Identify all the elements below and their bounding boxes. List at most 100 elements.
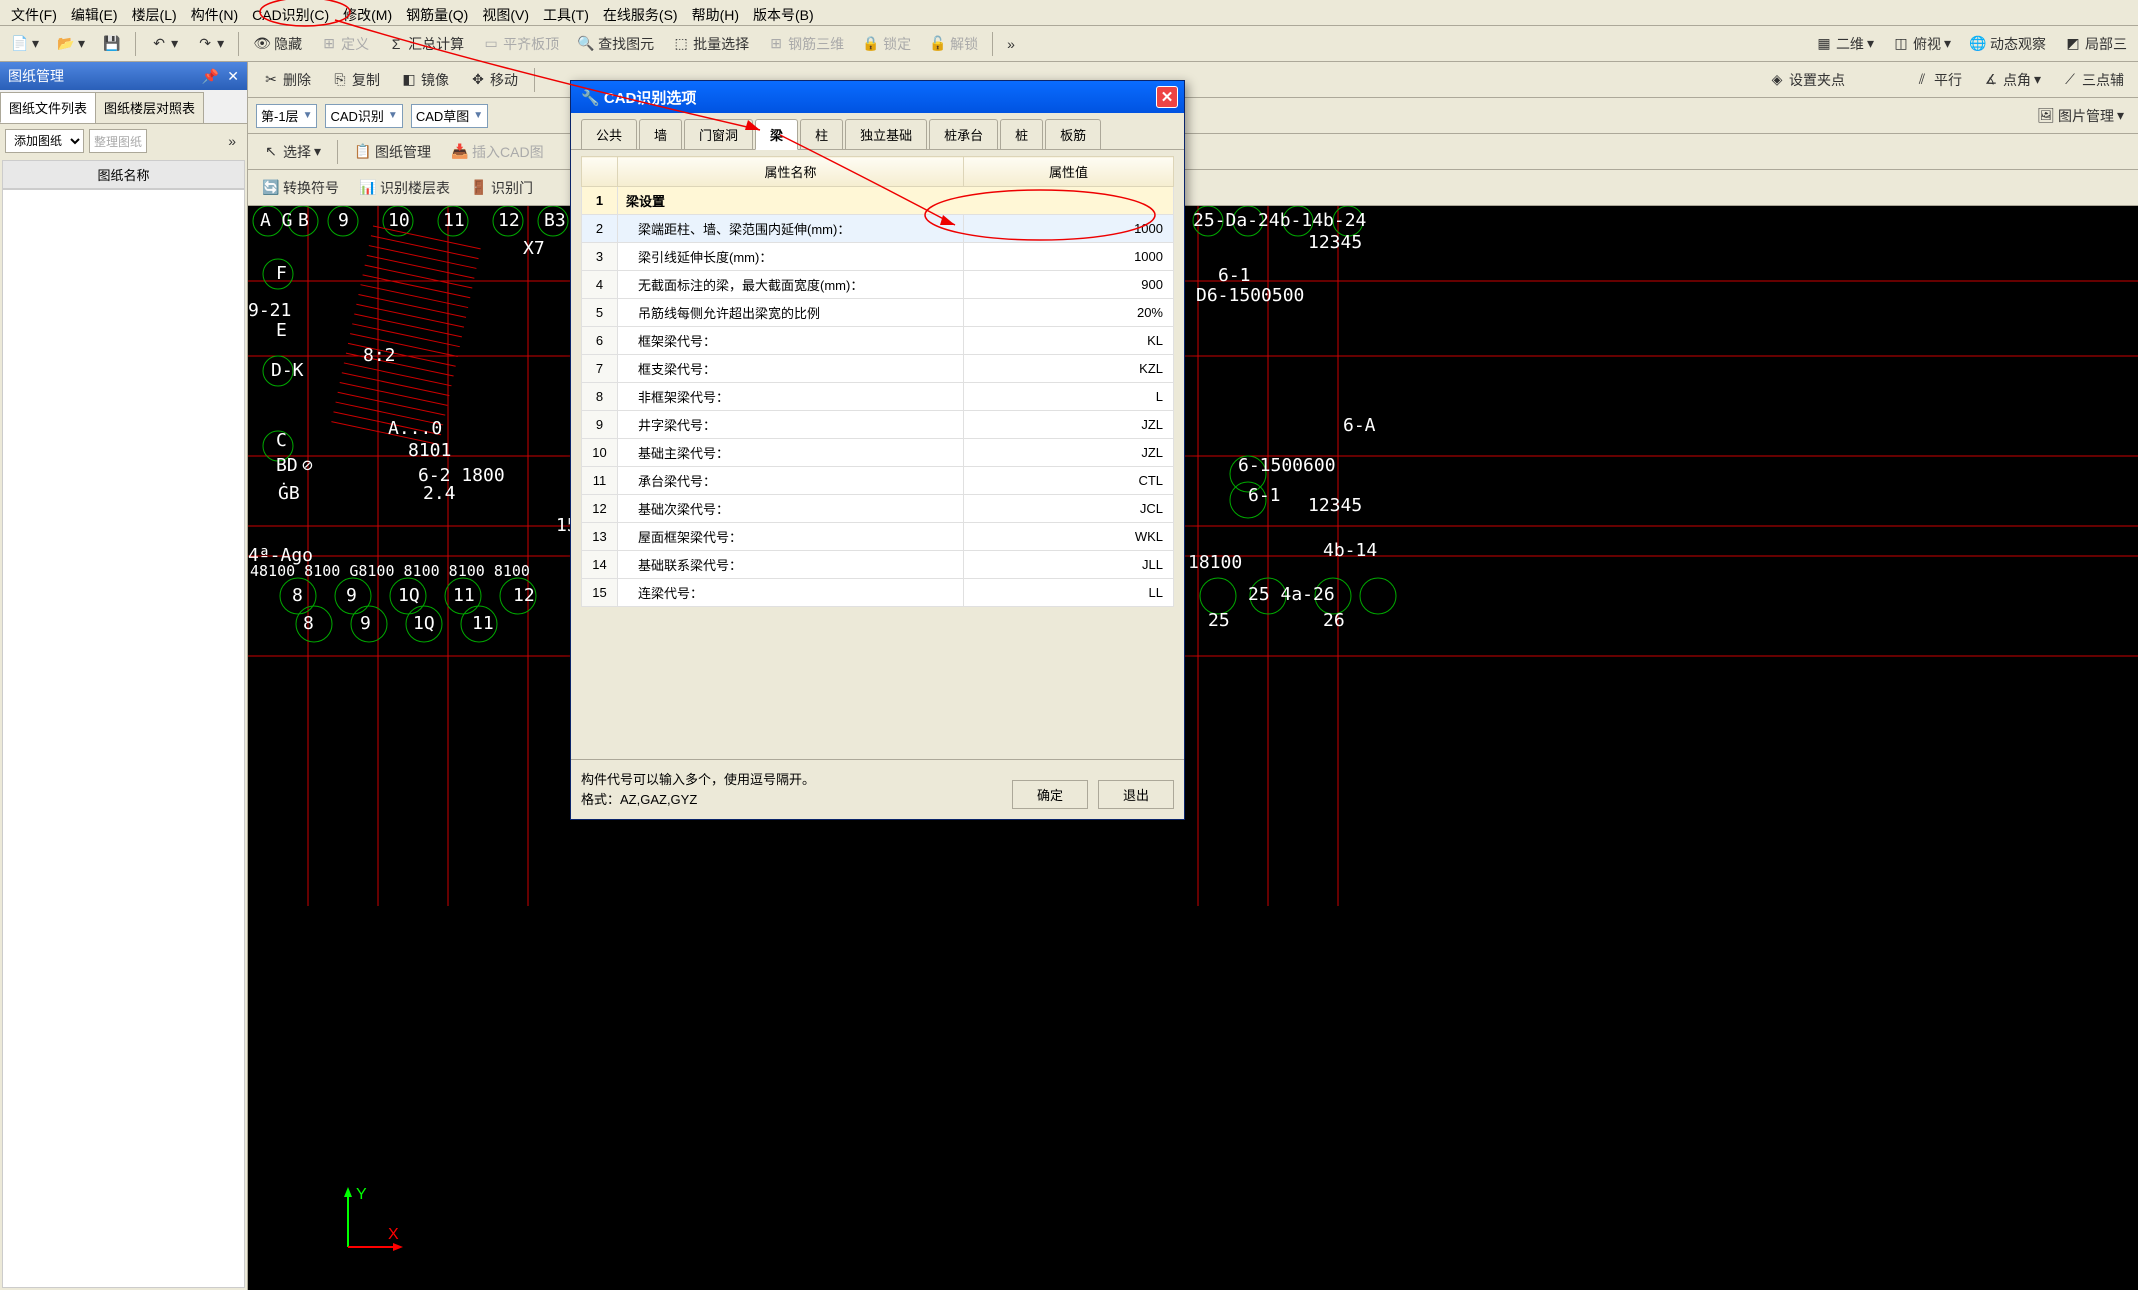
table-row[interactable]: 3梁引线延伸长度(mm)：1000 — [582, 243, 1174, 271]
dynamic-view-btn[interactable]: 🌐动态观察 — [1963, 31, 2052, 57]
close-panel-icon[interactable]: ✕ — [227, 68, 239, 85]
unlock-btn[interactable]: 🔓解锁 — [923, 31, 984, 57]
local-3d-btn[interactable]: ◩局部三 — [2058, 31, 2133, 57]
open-file-btn[interactable]: 📂▾ — [51, 32, 91, 56]
table-row[interactable]: 4无截面标注的梁，最大截面宽度(mm)：900 — [582, 271, 1174, 299]
sum-calc-btn[interactable]: Σ汇总计算 — [381, 31, 470, 57]
menu-edit[interactable]: 编辑(E) — [65, 3, 124, 22]
set-grip-btn[interactable]: ◈设置夹点 — [1762, 67, 1851, 93]
delete-btn[interactable]: ✂删除 — [256, 67, 317, 93]
menu-view[interactable]: 视图(V) — [476, 3, 535, 22]
prop-value[interactable]: 1000 — [964, 215, 1174, 243]
menu-member[interactable]: 构件(N) — [185, 3, 244, 22]
table-row[interactable]: 5吊筋线每侧允许超出梁宽的比例20% — [582, 299, 1174, 327]
menu-modify[interactable]: 修改(M) — [337, 3, 398, 22]
prop-value[interactable]: WKL — [964, 523, 1174, 551]
undo-btn[interactable]: ↶▾ — [144, 32, 184, 56]
cad-viewport[interactable]: A G B 9 10 11 12 B3 X7 F 9-21 E D-K C BD… — [248, 206, 2138, 1290]
pin-icon[interactable]: 📌 — [202, 68, 219, 85]
copy-btn[interactable]: ⎘复制 — [325, 67, 386, 93]
menu-help[interactable]: 帮助(H) — [686, 3, 745, 22]
hide-btn[interactable]: 👁隐藏 — [247, 31, 308, 57]
rebar-3d-btn[interactable]: ⊞钢筋三维 — [761, 31, 850, 57]
flat-top-btn[interactable]: ▭平齐板顶 — [476, 31, 565, 57]
lock-btn[interactable]: 🔒锁定 — [856, 31, 917, 57]
prop-value[interactable]: KL — [964, 327, 1174, 355]
menu-file[interactable]: 文件(F) — [5, 3, 63, 22]
tab-wall[interactable]: 墙 — [639, 119, 682, 149]
prop-value[interactable]: KZL — [964, 355, 1174, 383]
prop-value[interactable]: JLL — [964, 551, 1174, 579]
add-drawing-dropdown[interactable]: 添加图纸 — [5, 129, 84, 153]
menu-tools[interactable]: 工具(T) — [537, 3, 595, 22]
prop-value[interactable]: LL — [964, 579, 1174, 607]
prop-value[interactable]: 20% — [964, 299, 1174, 327]
three-point-btn[interactable]: ⟋三点辅 — [2055, 67, 2130, 93]
prop-value[interactable]: L — [964, 383, 1174, 411]
redo-btn[interactable]: ↷▾ — [190, 32, 230, 56]
recognize-door-btn[interactable]: 🚪识别门 — [464, 175, 539, 201]
tab-pile[interactable]: 桩 — [1000, 119, 1043, 149]
batch-select-btn[interactable]: ⬚批量选择 — [666, 31, 755, 57]
dialog-title-bar[interactable]: 🔧 CAD识别选项 ✕ — [571, 81, 1184, 113]
organize-drawing-btn[interactable]: 整理图纸 — [89, 129, 147, 153]
table-row[interactable]: 2梁端距柱、墙、梁范围内延伸(mm)：1000 — [582, 215, 1174, 243]
mirror-btn[interactable]: ◧镜像 — [394, 67, 455, 93]
drawing-mgr-btn[interactable]: 📋图纸管理 — [348, 139, 437, 165]
table-row[interactable]: 1梁设置 — [582, 187, 1174, 215]
table-row[interactable]: 11承台梁代号：CTL — [582, 467, 1174, 495]
drawing-list[interactable] — [2, 189, 245, 1288]
sketch-dropdown[interactable]: CAD草图▼ — [411, 104, 488, 128]
new-file-btn[interactable]: 📄▾ — [5, 32, 45, 56]
parallel-btn[interactable]: ⫽平行 — [1907, 67, 1968, 93]
table-row[interactable]: 13屋面框架梁代号：WKL — [582, 523, 1174, 551]
table-row[interactable]: 10基础主梁代号：JZL — [582, 439, 1174, 467]
table-row[interactable]: 14基础联系梁代号：JLL — [582, 551, 1174, 579]
save-btn[interactable]: 💾 — [97, 32, 127, 56]
menu-floor[interactable]: 楼层(L) — [126, 3, 183, 22]
prop-value[interactable]: 1000 — [964, 243, 1174, 271]
dialog-close-btn[interactable]: ✕ — [1156, 86, 1178, 108]
menu-version[interactable]: 版本号(B) — [747, 3, 820, 22]
tab-footing[interactable]: 独立基础 — [845, 119, 927, 149]
recognize-dropdown[interactable]: CAD识别▼ — [325, 104, 402, 128]
tab-floor-compare[interactable]: 图纸楼层对照表 — [95, 92, 204, 123]
recognize-floor-btn[interactable]: 📊识别楼层表 — [353, 175, 456, 201]
prop-value[interactable]: JZL — [964, 439, 1174, 467]
cancel-button[interactable]: 退出 — [1098, 780, 1174, 809]
insert-cad-btn[interactable]: 📥插入CAD图 — [445, 139, 550, 165]
find-elem-btn[interactable]: 🔍查找图元 — [571, 31, 660, 57]
table-row[interactable]: 6框架梁代号：KL — [582, 327, 1174, 355]
panel-overflow[interactable]: » — [222, 130, 242, 152]
prop-value[interactable]: CTL — [964, 467, 1174, 495]
table-row[interactable]: 7框支梁代号：KZL — [582, 355, 1174, 383]
view-2d-btn[interactable]: ▦二维▾ — [1809, 31, 1880, 57]
floor-dropdown[interactable]: 第-1层▼ — [256, 104, 317, 128]
convert-symbol-btn[interactable]: 🔄转换符号 — [256, 175, 345, 201]
table-row[interactable]: 15连梁代号：LL — [582, 579, 1174, 607]
table-row[interactable]: 8非框架梁代号：L — [582, 383, 1174, 411]
tab-beam[interactable]: 梁 — [755, 119, 798, 150]
tab-column[interactable]: 柱 — [800, 119, 843, 149]
bird-view-btn[interactable]: ◫俯视▾ — [1886, 31, 1957, 57]
ok-button[interactable]: 确定 — [1012, 780, 1088, 809]
pic-mgr-btn[interactable]: 🖼图片管理▾ — [2031, 103, 2130, 129]
tab-pile-cap[interactable]: 桩承台 — [929, 119, 998, 149]
define-btn[interactable]: ⊞定义 — [314, 31, 375, 57]
point-angle-btn[interactable]: ∡点角▾ — [1976, 67, 2047, 93]
move-btn[interactable]: ✥移动 — [463, 67, 524, 93]
prop-value[interactable]: JCL — [964, 495, 1174, 523]
menu-cad-recognize[interactable]: CAD识别(C) — [246, 3, 335, 22]
prop-value[interactable]: 900 — [964, 271, 1174, 299]
table-row[interactable]: 12基础次梁代号：JCL — [582, 495, 1174, 523]
prop-value[interactable]: JZL — [964, 411, 1174, 439]
tab-slab-rebar[interactable]: 板筋 — [1045, 119, 1101, 149]
menu-rebar[interactable]: 钢筋量(Q) — [400, 3, 474, 22]
table-row[interactable]: 9井字梁代号：JZL — [582, 411, 1174, 439]
tab-file-list[interactable]: 图纸文件列表 — [0, 92, 96, 123]
menu-online[interactable]: 在线服务(S) — [597, 3, 684, 22]
toolbar-overflow[interactable]: » — [1001, 33, 1021, 55]
tab-common[interactable]: 公共 — [581, 119, 637, 149]
select-btn[interactable]: ↖选择▾ — [256, 139, 327, 165]
tab-opening[interactable]: 门窗洞 — [684, 119, 753, 149]
